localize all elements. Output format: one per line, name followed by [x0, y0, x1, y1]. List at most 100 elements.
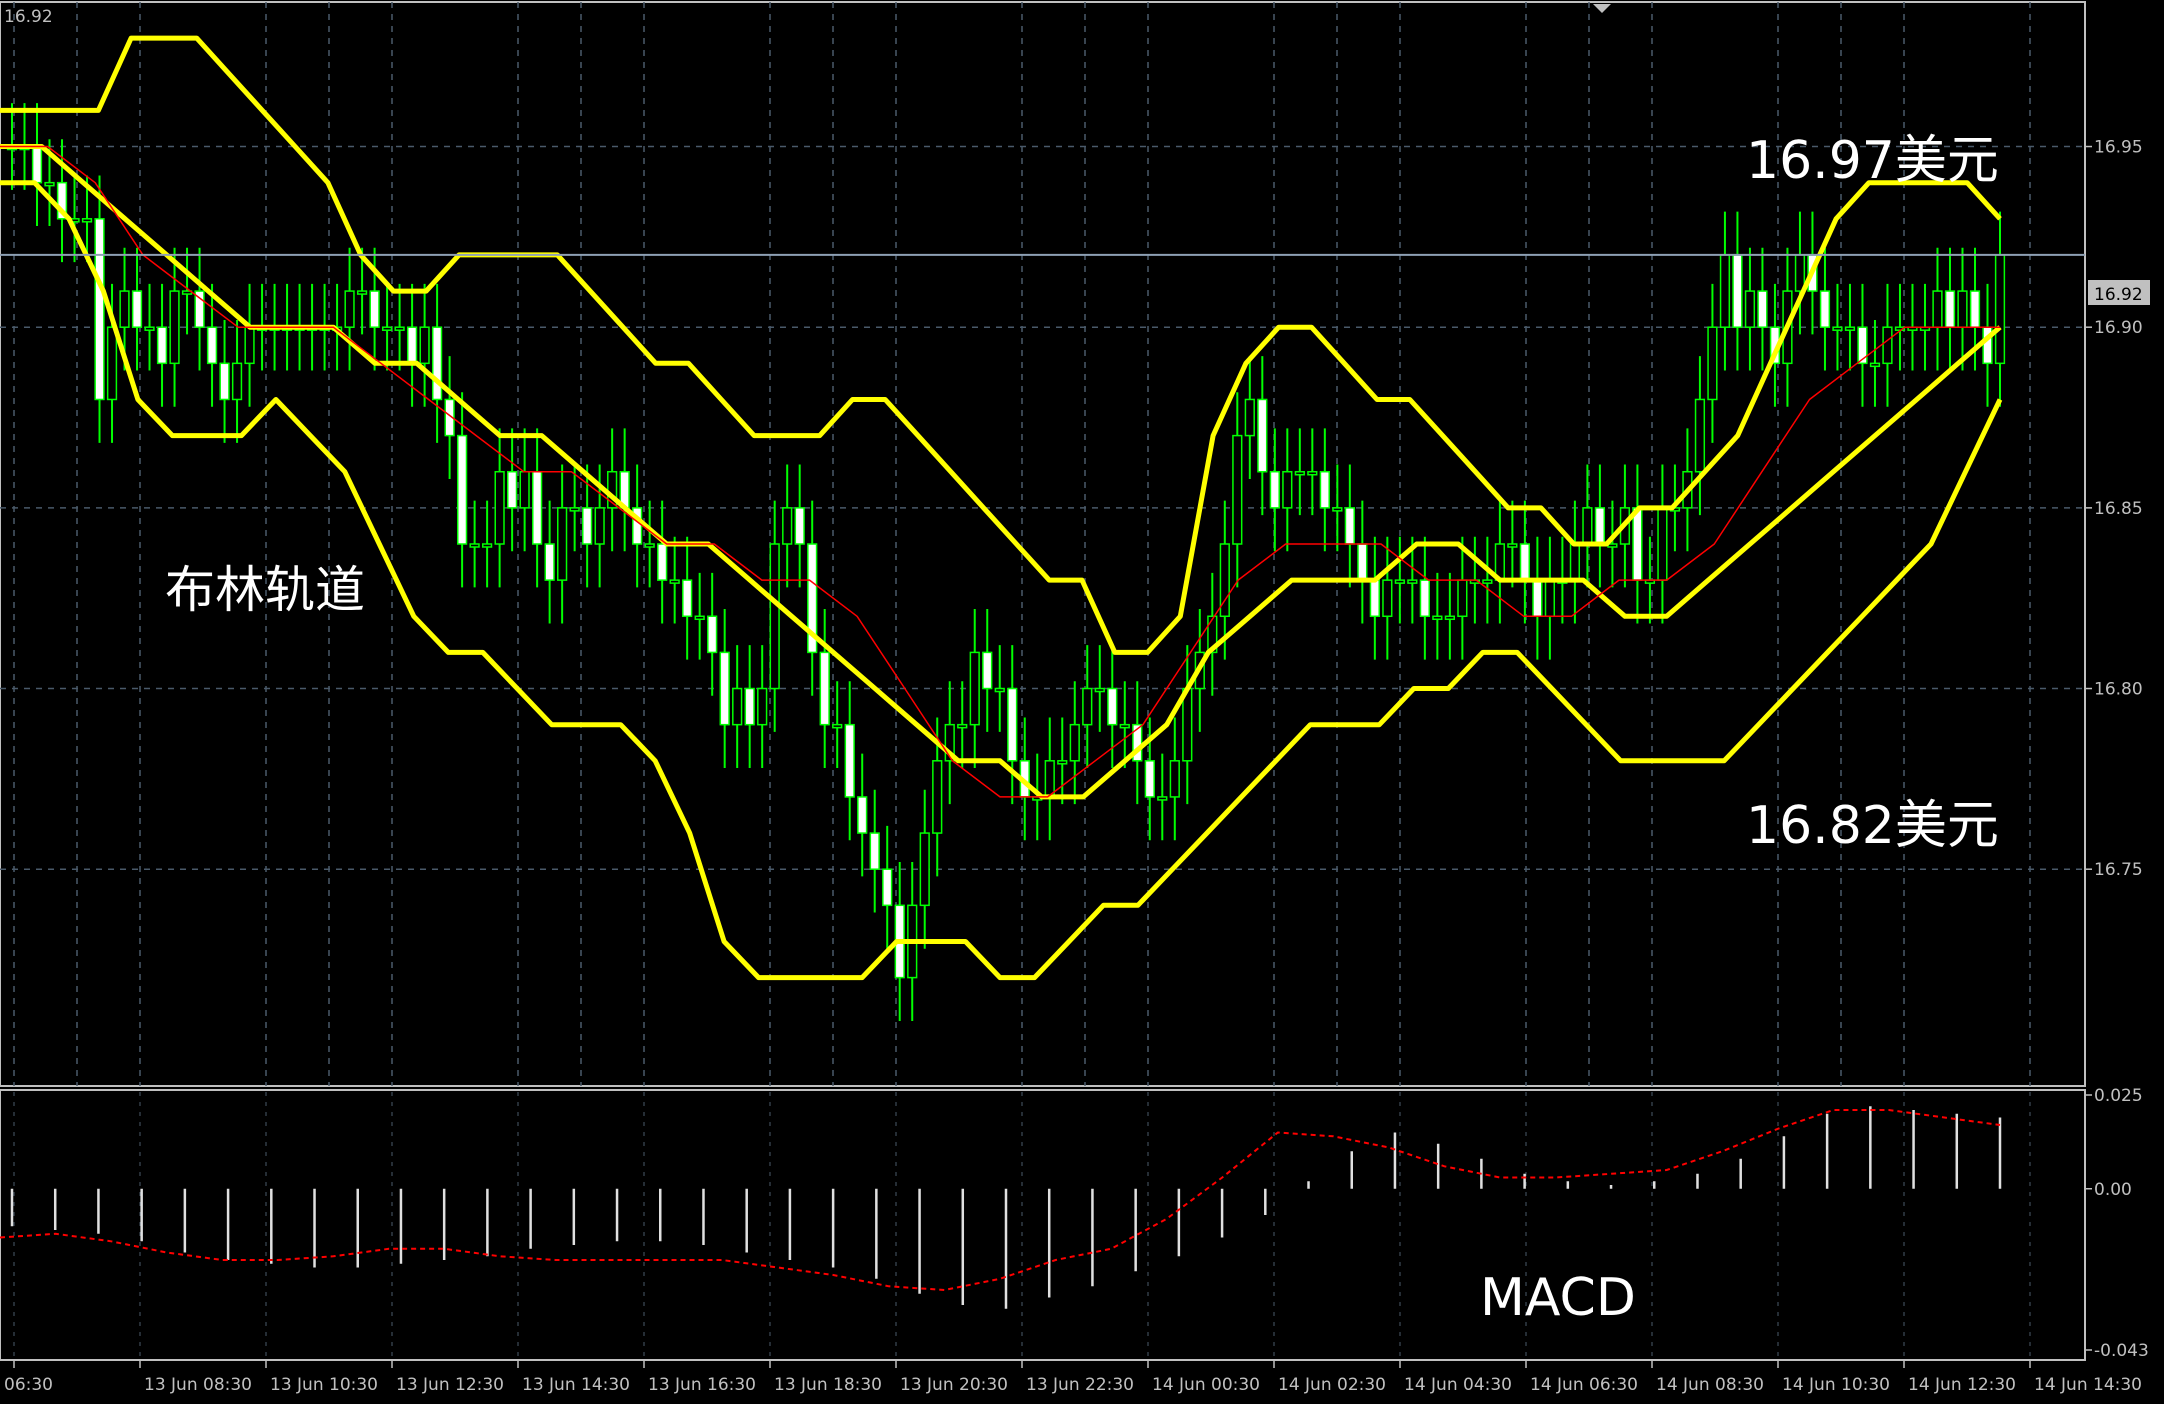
candle-body: [406, 326, 418, 365]
candle-body: [494, 470, 505, 545]
candle-body: [544, 543, 555, 581]
candle-body: [506, 470, 518, 509]
candle-body: [1394, 579, 1405, 584]
macd-tick-labels: 0.025 0.00 -0.043: [2085, 1086, 2149, 1361]
candle-body: [1094, 687, 1105, 693]
time-tick-label: 14 Jun 12:30: [1908, 1375, 2016, 1395]
candle-body: [1169, 760, 1180, 798]
time-tick-label: 13 Jun 16:30: [648, 1375, 756, 1395]
candle-body: [1694, 398, 1706, 473]
time-tick-label: 13 Jun 22:30: [1026, 1375, 1134, 1395]
candle-body: [369, 290, 380, 328]
candle-body: [431, 326, 443, 401]
time-tick-label: 14 Jun 04:30: [1404, 1375, 1512, 1395]
candle-body: [657, 543, 668, 581]
candle-body: [119, 290, 130, 328]
candle-body: [1707, 326, 1718, 401]
candle-body: [782, 507, 793, 545]
candle-body: [1182, 687, 1193, 762]
candle-body: [982, 651, 993, 690]
trading-chart: 16.92 布林轨道 16.97美元 16.82美元 16.9516.9016.…: [0, 1, 2150, 1395]
candle-body: [1832, 326, 1843, 331]
candle-body: [769, 543, 780, 690]
macd-tick-label: -0.043: [2094, 1341, 2149, 1361]
candle-body: [1519, 543, 1531, 581]
candle-body: [419, 326, 430, 365]
candle-body: [1732, 254, 1743, 328]
candle-body: [1082, 687, 1093, 726]
candle-body: [144, 326, 155, 331]
time-axis: 06:30 13 Jun 08:30 13 Jun 10:30 13 Jun 12:3…: [4, 1360, 2142, 1395]
candle-body: [932, 760, 943, 834]
candle-body: [1407, 579, 1418, 584]
candle-body: [1969, 290, 1981, 328]
price-tick-label: 16.75: [2094, 860, 2143, 880]
candle-body: [156, 326, 168, 365]
candle-body: [1569, 543, 1581, 581]
candle-body: [1119, 723, 1130, 729]
time-tick-label: 06:30: [4, 1375, 53, 1395]
time-tick-label: 14 Jun 06:30: [1530, 1375, 1638, 1395]
candle-body: [381, 326, 393, 331]
time-tick-label: 13 Jun 18:30: [774, 1375, 882, 1395]
candle-body: [1882, 326, 1893, 365]
current-price-label: 16.92: [2094, 285, 2143, 305]
candle-body: [394, 326, 405, 331]
candle-body: [882, 868, 893, 907]
time-tick-label: 14 Jun 02:30: [1278, 1375, 1386, 1395]
price-tick-label: 16.95: [2094, 138, 2143, 158]
candle-body: [1357, 543, 1368, 581]
candle-body: [532, 470, 543, 545]
main-panel: 16.92 布林轨道 16.97美元 16.82美元: [0, 1, 2086, 1087]
candle-body: [1382, 579, 1393, 618]
candle-body: [1819, 290, 1831, 328]
candle-body: [1244, 398, 1255, 437]
candle-body: [1444, 615, 1455, 621]
candle-body: [994, 687, 1005, 693]
candle-body: [819, 651, 830, 726]
candle-body: [1657, 507, 1668, 581]
candle-body: [732, 687, 743, 726]
candle-body: [1994, 254, 2006, 365]
candle-body: [1744, 290, 1756, 328]
candle-body: [231, 362, 243, 401]
candle-body: [1007, 687, 1018, 762]
candle-body: [582, 507, 593, 545]
lower-price-annotation: 16.82美元: [1746, 796, 1999, 856]
candle-body: [1582, 507, 1593, 545]
time-tick-label: 14 Jun 10:30: [1782, 1375, 1890, 1395]
candle-body: [757, 687, 768, 726]
candle-body: [594, 507, 605, 545]
time-tick-label: 13 Jun 08:30: [144, 1375, 252, 1395]
price-axis: 16.95 16.90 16.85 16.80 16.75 16.92: [2085, 138, 2150, 880]
candle-body: [1269, 470, 1280, 509]
macd-panel-frame: [0, 1089, 2086, 1361]
candle-body: [1307, 470, 1318, 476]
candle-body: [1719, 254, 1731, 328]
candle-body: [1282, 470, 1293, 509]
candle-body: [1944, 290, 1956, 328]
time-tick-label: 13 Jun 10:30: [270, 1375, 378, 1395]
candle-body: [1057, 760, 1068, 765]
candle-body: [694, 615, 705, 621]
candle-body: [1419, 579, 1430, 618]
candle-body: [682, 579, 693, 618]
candle-body: [569, 507, 580, 512]
candle-body: [557, 507, 568, 581]
candle-body: [1869, 362, 1881, 368]
time-tick-label: 14 Jun 08:30: [1656, 1375, 1764, 1395]
candle-body: [919, 832, 930, 907]
candle-body: [1432, 615, 1443, 621]
macd-tick-label: 0.025: [2094, 1086, 2143, 1106]
macd-panel: MACD 0.025 0.00 -0.043: [0, 1086, 2149, 1361]
time-tick-label: 13 Jun 14:30: [522, 1375, 630, 1395]
candle-body: [219, 362, 230, 401]
candle-body: [719, 651, 730, 726]
candle-body: [869, 832, 880, 870]
time-tick-label: 13 Jun 12:30: [396, 1375, 504, 1395]
candle-body: [206, 326, 218, 365]
time-tick-label: 14 Jun 14:30: [2034, 1375, 2142, 1395]
candle-body: [1369, 579, 1380, 618]
corner-price-label: 16.92: [4, 7, 53, 27]
candle-body: [1844, 326, 1856, 331]
